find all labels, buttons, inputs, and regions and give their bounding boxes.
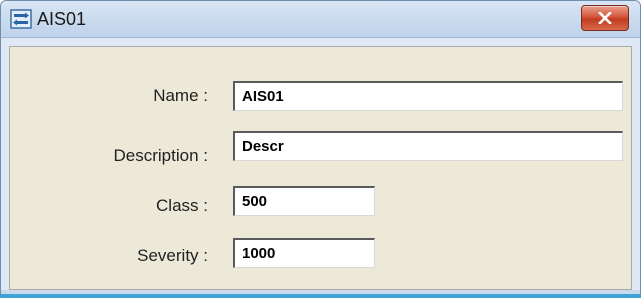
severity-label: Severity :: [137, 246, 208, 265]
accent-line: [0, 294, 641, 298]
name-field[interactable]: [233, 81, 623, 111]
close-button[interactable]: [581, 5, 629, 31]
dialog-window: AIS01 Name : Description : Class : Sever…: [0, 0, 641, 298]
description-label: Description :: [113, 146, 208, 165]
close-icon: [598, 12, 612, 24]
class-label: Class :: [156, 196, 208, 215]
device-config-icon: [10, 9, 32, 29]
severity-field[interactable]: [233, 238, 375, 268]
window-title: AIS01: [37, 9, 87, 29]
class-field[interactable]: [233, 186, 375, 216]
name-label: Name :: [153, 86, 208, 105]
description-field[interactable]: [233, 131, 623, 161]
title-bar[interactable]: AIS01: [1, 1, 640, 38]
